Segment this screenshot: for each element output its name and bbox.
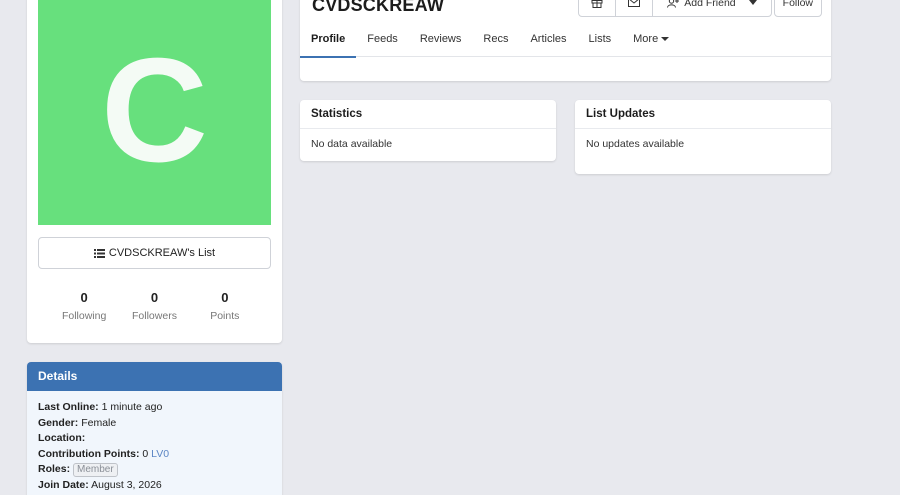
add-friend-label: Add Friend xyxy=(684,0,736,9)
stat-label: Points xyxy=(210,310,240,322)
tab-profile[interactable]: Profile xyxy=(300,27,357,58)
envelope-icon xyxy=(628,0,641,7)
avatar-letter: C xyxy=(101,27,208,193)
stat-following[interactable]: 0 Following xyxy=(49,290,119,322)
stat-label: Followers xyxy=(132,310,177,322)
caret-down-icon xyxy=(661,37,670,42)
stat-value: 0 xyxy=(221,290,229,305)
details-card: Details Last Online: 1 minute ago Gender… xyxy=(27,362,282,495)
chevron-down-icon xyxy=(748,0,757,5)
tab-feeds[interactable]: Feeds xyxy=(356,27,409,57)
stat-value: 0 xyxy=(150,290,159,305)
statistics-panel: Statistics No data available xyxy=(300,100,556,161)
tab-more[interactable]: More xyxy=(622,27,680,57)
statistics-empty: No data available xyxy=(311,138,393,150)
detail-gender: Gender: Female xyxy=(38,416,117,429)
stat-points[interactable]: 0 Points xyxy=(190,290,260,322)
detail-location: Location: xyxy=(38,432,86,444)
profile-tabs: Profile Feeds Reviews Recs Articles List… xyxy=(300,27,831,58)
list-updates-title: List Updates xyxy=(575,100,831,129)
profile-header: CVDSCKREAW Add Friend Follow Profile Fee… xyxy=(300,0,831,81)
username-title: CVDSCKREAW xyxy=(312,0,445,15)
tab-lists[interactable]: Lists xyxy=(578,27,623,57)
details-title: Details xyxy=(27,362,282,391)
user-list-button-label: CVDSCKREAW's List xyxy=(108,247,216,259)
tab-more-label: More xyxy=(633,33,659,45)
user-list-button[interactable]: CVDSCKREAW's List xyxy=(38,237,271,269)
tab-recs[interactable]: Recs xyxy=(472,27,519,57)
list-updates-empty: No updates available xyxy=(586,138,685,150)
profile-card: C CVDSCKREAW's List 0 Following 0 Follow… xyxy=(27,0,282,343)
stat-followers[interactable]: 0 Followers xyxy=(119,290,189,322)
role-badge: Member xyxy=(73,463,118,477)
avatar: C xyxy=(38,0,271,225)
detail-last-online: Last Online: 1 minute ago xyxy=(38,401,163,413)
gift-icon xyxy=(591,0,603,8)
detail-join-date: Join Date: August 3, 2026 xyxy=(38,478,162,491)
stat-label: Following xyxy=(61,310,107,322)
detail-contribution: Contribution Points: 0 LV0 xyxy=(38,447,170,460)
list-icon xyxy=(93,248,105,258)
profile-actions: Add Friend Follow xyxy=(578,0,822,17)
level-link[interactable]: LV0 xyxy=(151,448,169,460)
message-button[interactable] xyxy=(615,0,652,16)
add-friend-button[interactable]: Add Friend xyxy=(652,0,770,16)
gift-button[interactable] xyxy=(579,0,615,16)
tab-articles[interactable]: Articles xyxy=(519,27,577,57)
statistics-title: Statistics xyxy=(300,100,556,129)
detail-roles: Roles: Member xyxy=(38,462,271,478)
profile-stats: 0 Following 0 Followers 0 Points xyxy=(27,290,282,322)
add-user-icon xyxy=(667,0,680,8)
list-updates-panel: List Updates No updates available xyxy=(575,100,831,174)
follow-button[interactable]: Follow xyxy=(773,0,822,17)
tab-reviews[interactable]: Reviews xyxy=(409,27,473,57)
stat-value: 0 xyxy=(80,290,88,305)
action-group: Add Friend xyxy=(578,0,772,17)
